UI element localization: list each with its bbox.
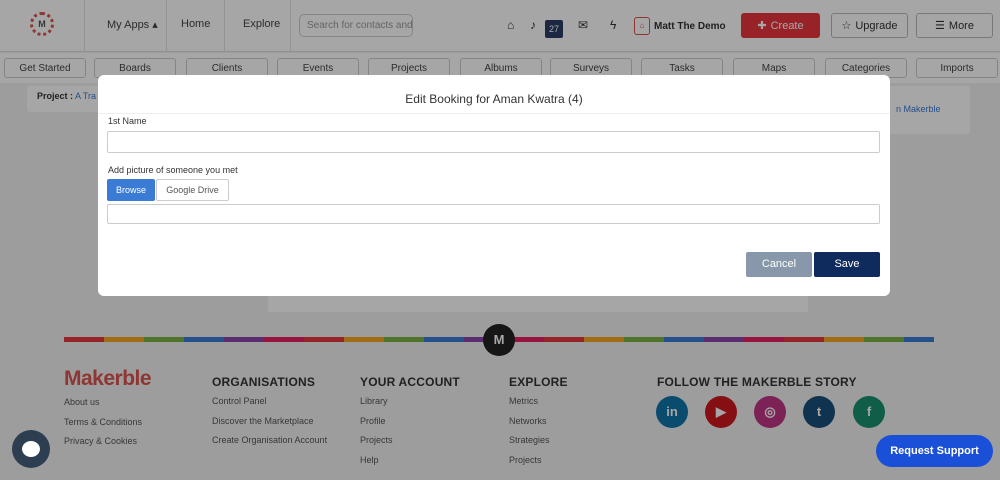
cancel-button[interactable]: Cancel <box>746 252 812 277</box>
modal-divider <box>98 113 890 114</box>
browse-button[interactable]: Browse <box>107 179 155 201</box>
modal-title: Edit Booking for Aman Kwatra (4) <box>405 92 583 106</box>
first-name-input[interactable] <box>107 131 880 153</box>
picture-label: Add picture of someone you met <box>108 165 238 175</box>
first-name-label: 1st Name <box>108 116 147 126</box>
request-support-button[interactable]: Request Support <box>876 435 993 467</box>
file-path-field[interactable] <box>107 204 880 224</box>
chat-bubble-icon <box>22 441 40 457</box>
edit-booking-modal: Edit Booking for Aman Kwatra (4) 1st Nam… <box>98 75 890 296</box>
chat-widget-button[interactable] <box>12 430 50 468</box>
save-button[interactable]: Save <box>814 252 880 277</box>
google-drive-button[interactable]: Google Drive <box>156 179 229 201</box>
